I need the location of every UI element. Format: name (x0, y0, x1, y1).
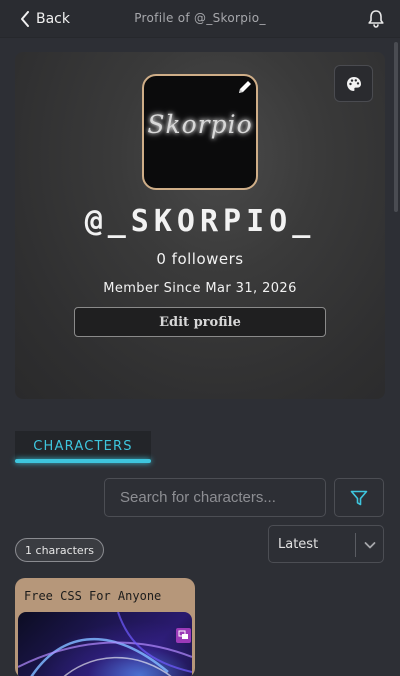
character-card[interactable]: Free CSS For Anyone (15, 578, 195, 676)
scrollbar-thumb[interactable] (394, 42, 398, 212)
character-count-badge: 1 characters (15, 538, 104, 562)
member-since: Member Since Mar 31, 2026 (103, 281, 297, 296)
sort-divider (355, 533, 356, 557)
page-title: Profile of @_Skorpio_ (134, 11, 266, 25)
filter-icon (350, 490, 368, 505)
filter-button[interactable] (334, 478, 384, 517)
character-thumbnail (18, 612, 192, 676)
search-input[interactable] (104, 478, 326, 517)
character-title: Free CSS For Anyone (24, 589, 162, 603)
sort-select[interactable]: Latest (268, 525, 384, 563)
tab-characters[interactable]: CHARACTERS (15, 431, 151, 461)
sort-selected-value: Latest (278, 537, 319, 552)
avatar-logo: Skorpio (147, 110, 253, 139)
tab-active-indicator (15, 459, 151, 463)
palette-icon (346, 76, 361, 91)
theme-button[interactable] (334, 65, 373, 102)
bell-icon[interactable] (366, 9, 386, 29)
username: @_SKORPIO_ (84, 204, 316, 239)
followers-count[interactable]: 0 followers (0, 250, 400, 268)
edit-profile-button[interactable]: Edit profile (74, 307, 326, 337)
chat-bubble-icon (176, 628, 191, 643)
chevron-down-icon (364, 542, 376, 549)
top-bar: Back Profile of @_Skorpio_ (0, 0, 400, 38)
pencil-icon[interactable] (236, 78, 254, 96)
thumbnail-swirl (18, 612, 192, 676)
